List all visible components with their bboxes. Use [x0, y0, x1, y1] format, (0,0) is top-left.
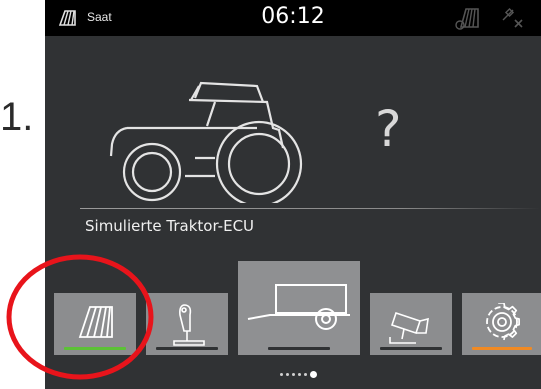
- page-dot-active: [310, 371, 317, 378]
- joystick-icon: [168, 301, 208, 351]
- trailer-icon: [246, 279, 354, 339]
- step-number: 1.: [0, 95, 34, 139]
- divider-line: [80, 208, 540, 209]
- unknown-device-symbol: ?: [375, 100, 402, 158]
- tile-camera[interactable]: [370, 293, 452, 355]
- page-dot: [304, 373, 307, 376]
- page-dot: [280, 373, 283, 376]
- highlight-circle: [0, 250, 160, 389]
- page-dot: [286, 373, 289, 376]
- camera-icon: [386, 303, 436, 351]
- gear-icon: [483, 301, 521, 345]
- tile-indicator-bar: [380, 347, 442, 350]
- page-indicator[interactable]: [280, 364, 320, 383]
- tile-indicator-bar: [472, 347, 532, 350]
- field-work-disabled-icon[interactable]: [453, 5, 483, 35]
- device-name: Simulierte Traktor-ECU: [85, 217, 255, 235]
- gps-disabled-icon[interactable]: [500, 6, 526, 34]
- page-dot: [292, 373, 295, 376]
- page-dot: [298, 373, 301, 376]
- tile-trailer[interactable]: [238, 261, 360, 355]
- tile-indicator-bar: [156, 347, 218, 350]
- tile-indicator-bar: [268, 347, 330, 350]
- tile-settings[interactable]: [462, 293, 541, 355]
- status-bar: Saat 06:12: [45, 0, 541, 36]
- tractor-icon: [107, 78, 307, 208]
